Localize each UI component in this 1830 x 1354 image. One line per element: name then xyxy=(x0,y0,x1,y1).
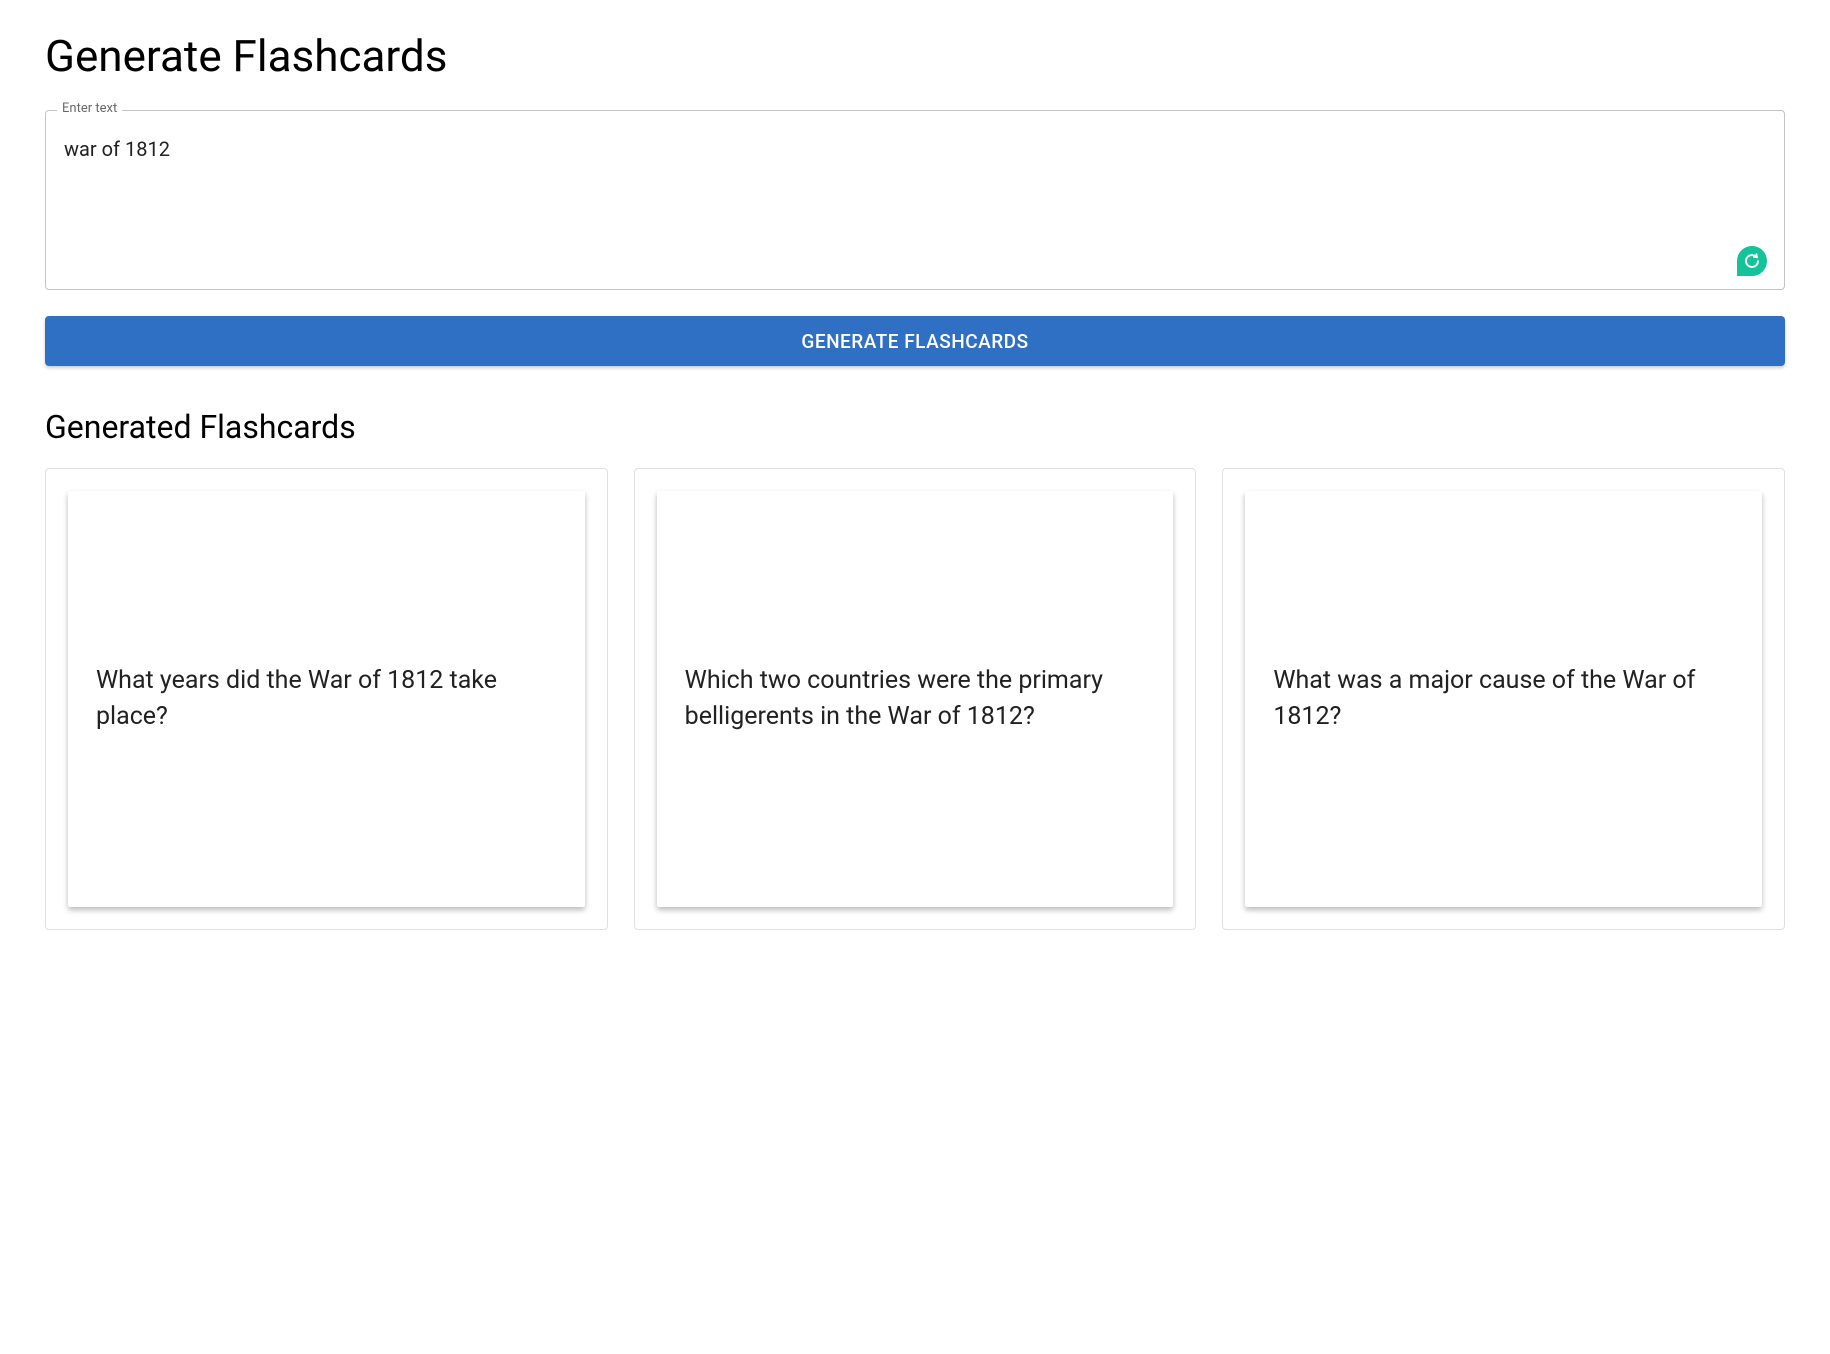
results-title: Generated Flashcards xyxy=(45,408,1785,446)
flashcard-inner: Which two countries were the primary bel… xyxy=(657,491,1174,907)
flashcard-inner: What was a major cause of the War of 181… xyxy=(1245,491,1762,907)
flashcard-question: Which two countries were the primary bel… xyxy=(685,663,1146,736)
flashcard[interactable]: What years did the War of 1812 take plac… xyxy=(45,468,608,930)
flashcard-question: What was a major cause of the War of 181… xyxy=(1273,663,1734,736)
flashcard-question: What years did the War of 1812 take plac… xyxy=(96,663,557,736)
generate-flashcards-button[interactable]: Generate Flashcards xyxy=(45,316,1785,366)
flashcard-inner: What years did the War of 1812 take plac… xyxy=(68,491,585,907)
grammarly-icon[interactable] xyxy=(1737,246,1767,276)
text-input-label: Enter text xyxy=(57,101,122,116)
flashcards-grid: What years did the War of 1812 take plac… xyxy=(45,468,1785,930)
text-input[interactable] xyxy=(45,110,1785,290)
text-input-wrapper: Enter text xyxy=(45,110,1785,294)
page-title: Generate Flashcards xyxy=(45,30,1785,82)
flashcard[interactable]: What was a major cause of the War of 181… xyxy=(1222,468,1785,930)
flashcard[interactable]: Which two countries were the primary bel… xyxy=(634,468,1197,930)
